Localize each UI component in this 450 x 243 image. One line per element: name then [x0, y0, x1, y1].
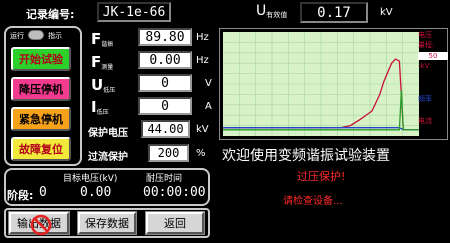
i-low-label: I低压: [91, 98, 109, 116]
target-voltage-value: 0.00: [80, 185, 112, 200]
u-symbol: U: [256, 3, 267, 19]
overcurrent-unit: %: [196, 148, 206, 159]
run-indicator-light: [28, 30, 44, 40]
u-low-symbol: U: [91, 76, 104, 94]
prohibited-icon: [30, 214, 52, 236]
f-resonance-sub: 谐振: [101, 41, 114, 48]
u-effective-sub: 有效值: [266, 11, 288, 19]
welcome-text: 欢迎使用变频谐振试验装置: [222, 148, 390, 164]
chart-legend: 电压 量程: 50 -kV 频率 电流: [418, 30, 448, 135]
fault-reset-button[interactable]: 故障复位: [11, 137, 71, 161]
stage-label: 阶段:: [7, 189, 34, 202]
u-low-value: 0: [138, 74, 192, 92]
legend-range-value: 50: [418, 52, 448, 60]
f-measure-symbol: F: [91, 53, 102, 71]
save-data-button[interactable]: 保存数据: [77, 211, 137, 235]
record-number-field[interactable]: JK-1e-66: [97, 2, 171, 22]
legend-voltage: 电压: [418, 31, 432, 39]
u-low-label: U低压: [91, 76, 115, 94]
alarm-hint-text: 请检查设备...: [283, 196, 343, 207]
alarm-text: 过压保护!: [297, 170, 346, 183]
legend-unit: -kV: [418, 62, 430, 70]
stop-decrease-button[interactable]: 降压停机: [11, 77, 71, 101]
waveform-chart: [219, 28, 448, 140]
run-label: 运行: [10, 32, 24, 40]
f-measure-unit: Hz: [196, 55, 209, 66]
protect-voltage-value[interactable]: 44.00: [141, 120, 190, 138]
f-resonance-symbol: F: [91, 30, 102, 48]
start-test-button[interactable]: 开始试验: [11, 47, 71, 71]
u-effective-unit: kV: [380, 7, 393, 18]
hold-time-value: 00:00:00: [143, 185, 206, 200]
indicator-label: 指示: [48, 32, 62, 40]
overcurrent-label: 过流保护: [88, 152, 128, 163]
i-low-unit: A: [205, 101, 212, 112]
u-effective-value: 0.17: [300, 2, 368, 23]
f-resonance-value[interactable]: 89.80: [138, 28, 192, 46]
f-measure-value: 0.00: [138, 51, 192, 69]
protect-voltage-label: 保护电压: [88, 128, 128, 139]
legend-range: 量程:: [418, 41, 435, 49]
chart-svg: [223, 32, 419, 136]
stage-value: 0: [39, 185, 47, 200]
u-low-unit: V: [205, 78, 212, 89]
emergency-stop-button[interactable]: 紧急停机: [11, 107, 71, 131]
overcurrent-value[interactable]: 200: [148, 144, 189, 162]
output-data-button[interactable]: 输出数据: [8, 211, 70, 236]
f-measure-label: F测量: [91, 53, 113, 71]
u-effective-label: U有效值: [256, 3, 287, 20]
hold-time-label: 耐压时间: [146, 174, 183, 184]
i-low-sub: 低压: [96, 109, 109, 116]
back-button[interactable]: 返回: [145, 211, 205, 235]
f-measure-sub: 测量: [101, 64, 114, 71]
legend-frequency: 频率: [418, 95, 432, 103]
u-low-sub: 低压: [103, 87, 116, 94]
f-resonance-label: F谐振: [91, 30, 113, 48]
legend-current: 电流: [418, 117, 432, 125]
record-number-label: 记录编号:: [26, 8, 75, 21]
target-voltage-label: 目标电压(kV): [63, 174, 118, 184]
i-low-value: 0: [138, 97, 192, 115]
f-resonance-unit: Hz: [196, 32, 209, 43]
protect-voltage-unit: kV: [196, 124, 209, 135]
